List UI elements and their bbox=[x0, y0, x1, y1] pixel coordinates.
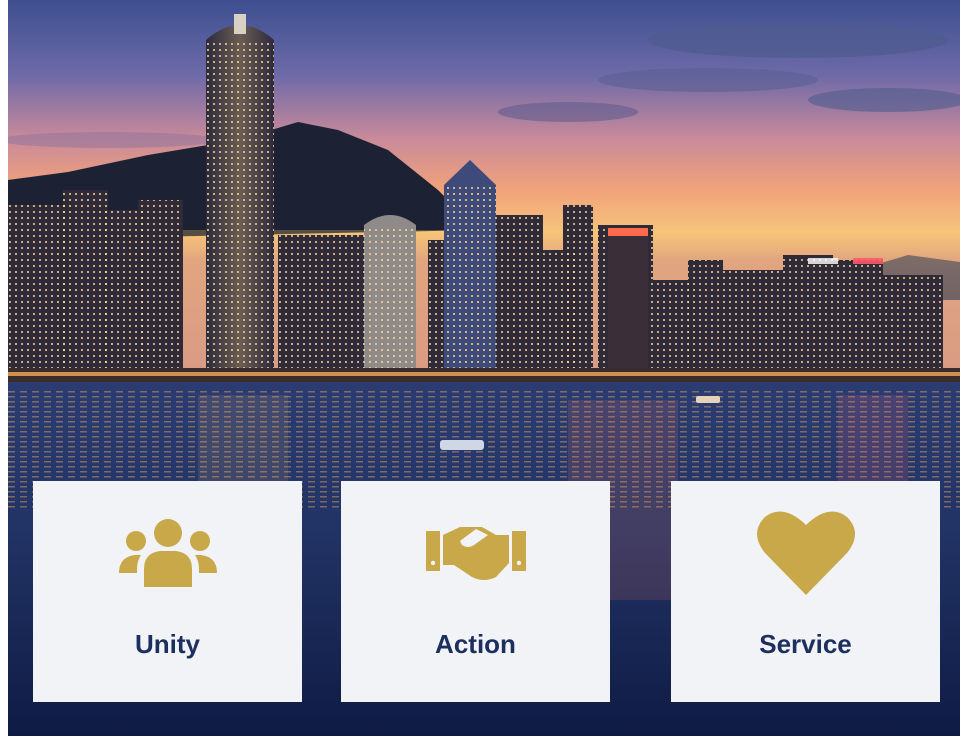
value-card-action: Action bbox=[341, 481, 610, 702]
card-label-action: Action bbox=[435, 629, 516, 659]
card-label-service: Service bbox=[759, 629, 852, 659]
value-card-service: Service bbox=[671, 481, 940, 702]
card-label-unity: Unity bbox=[135, 629, 200, 659]
heart-icon bbox=[751, 507, 861, 597]
handshake-icon bbox=[421, 507, 531, 597]
value-card-unity: Unity bbox=[33, 481, 302, 702]
people-group-icon bbox=[113, 507, 223, 597]
